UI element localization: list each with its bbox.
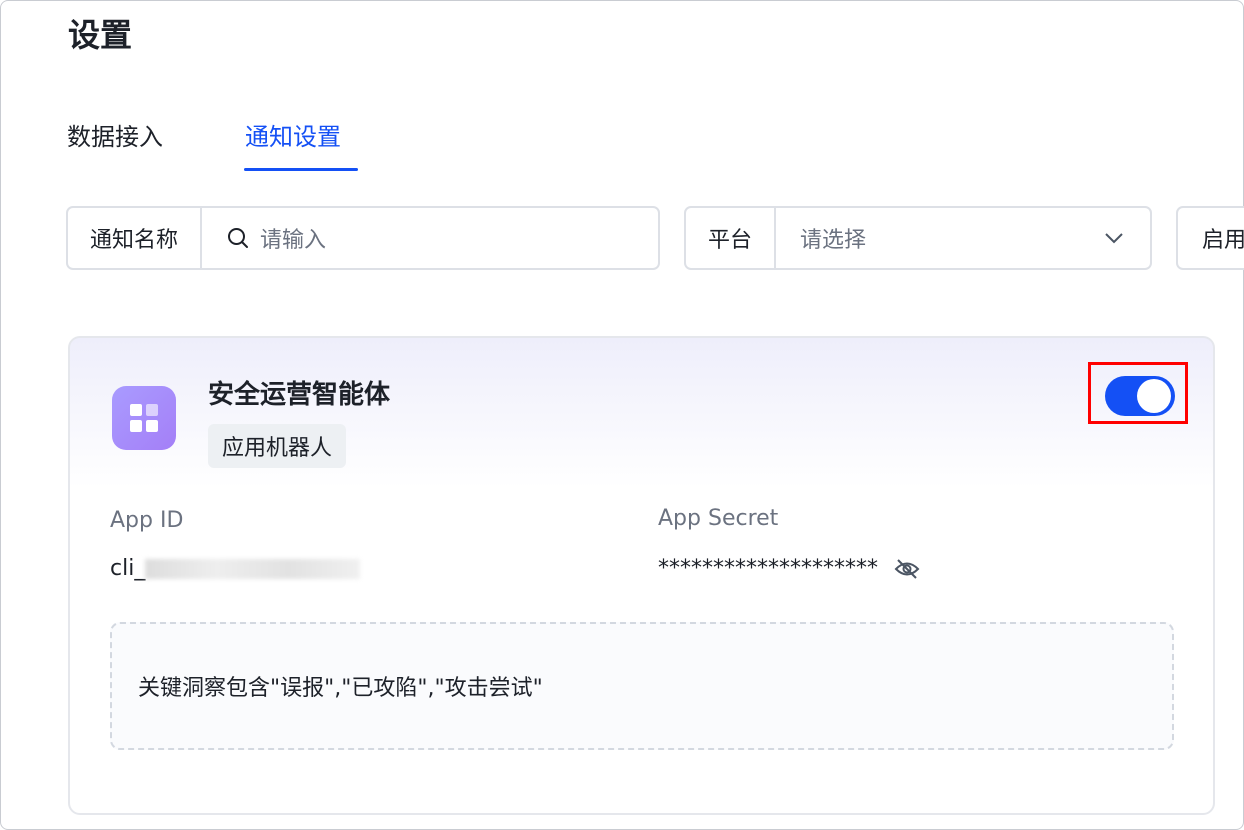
platform-select[interactable]: 请选择	[776, 208, 1150, 268]
app-id-value: cli_	[110, 556, 361, 581]
app-id-prefix: cli_	[110, 556, 146, 581]
notification-name-filter: 通知名称 请输入	[66, 206, 660, 270]
filter-label: 平台	[686, 208, 777, 268]
platform-filter: 平台 请选择	[684, 206, 1152, 270]
notification-name-input[interactable]: 请输入	[202, 208, 658, 268]
filter-label: 启用	[1202, 228, 1244, 253]
type-badge: 应用机器人	[208, 424, 347, 468]
enable-toggle[interactable]	[1105, 376, 1175, 416]
notification-name: 安全运营智能体	[208, 380, 391, 410]
app-secret-value: ********************	[658, 556, 878, 581]
tab-data-ingest[interactable]: 数据接入	[67, 117, 163, 152]
select-placeholder: 请选择	[800, 228, 867, 253]
condition-note: 关键洞察包含"误报","已攻陷","攻击尝试"	[110, 622, 1174, 750]
notification-card: 安全运营智能体 应用机器人 App ID cli_ App Secret ***…	[68, 336, 1215, 815]
highlight-box	[1088, 362, 1188, 424]
app-id-label: App ID	[110, 508, 184, 533]
filter-label: 通知名称	[68, 208, 203, 268]
enabled-filter[interactable]: 启用	[1176, 206, 1244, 270]
app-secret-row: ********************	[658, 556, 920, 581]
search-placeholder: 请输入	[260, 228, 327, 253]
chevron-down-icon	[1105, 233, 1123, 244]
active-tab-indicator	[244, 168, 358, 171]
search-icon	[228, 228, 249, 248]
tab-notification-settings[interactable]: 通知设置	[245, 117, 341, 152]
toggle-knob	[1137, 379, 1171, 413]
eye-off-icon[interactable]	[894, 558, 920, 580]
app-secret-label: App Secret	[658, 506, 779, 531]
redacted-blur	[145, 559, 361, 579]
app-grid-icon	[112, 386, 176, 450]
page-title: 设置	[68, 16, 133, 54]
